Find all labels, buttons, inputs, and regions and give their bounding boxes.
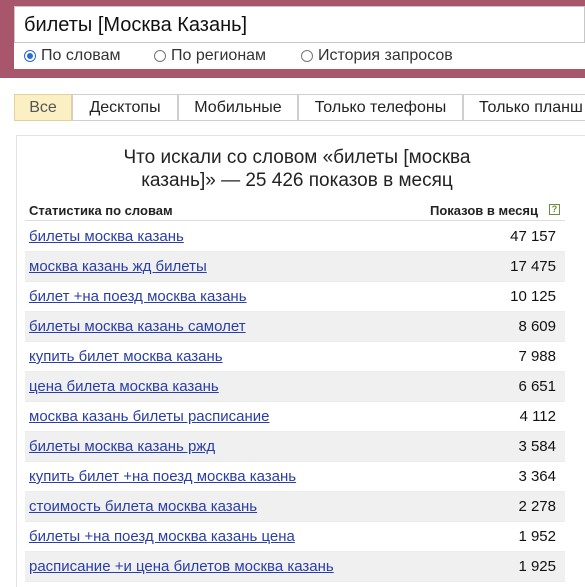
table-row: купить билет москва казань 7 988 (25, 342, 565, 372)
impressions-count: 8 609 (518, 318, 556, 335)
search-mode-radios: По словам По регионам История запросов (14, 43, 585, 69)
phrase-link[interactable]: билеты москва казань (29, 228, 184, 245)
impressions-count: 1 925 (518, 558, 556, 575)
table-row: билет +на поезд москва казань 10 125 (25, 282, 565, 312)
impressions-count: 1 952 (518, 528, 556, 545)
phrase-link[interactable]: москва казань билеты расписание (29, 408, 270, 425)
phrase-link[interactable]: билеты москва казань самолет (29, 318, 246, 335)
impressions-count: 4 112 (519, 408, 556, 425)
phrase-link[interactable]: расписание +и цена билетов москва казань (29, 558, 334, 575)
radio-label: По регионам (171, 47, 267, 64)
radio-by-words[interactable]: По словам (24, 47, 120, 65)
impressions-count: 2 278 (518, 498, 556, 515)
tab-mobile[interactable]: Мобильные (178, 94, 298, 121)
table-row: купить билет +на поезд москва казань 3 36… (25, 462, 565, 492)
table-row: москва казань жд билеты 17 475 (25, 252, 565, 282)
table-row: билеты москва казань ржд 3 584 (25, 432, 565, 462)
search-input[interactable]: билеты [Москва Казань] (14, 6, 585, 43)
impressions-count: 17 475 (510, 258, 556, 275)
stats-panel: Что искали со словом «билеты [москва каз… (16, 135, 585, 587)
phrase-link[interactable]: билет +на поезд москва казань (29, 288, 247, 305)
column-header-words: Статистика по словам (29, 203, 173, 218)
phrase-link[interactable]: цена билета москва казань (29, 378, 219, 395)
radio-indicator[interactable] (301, 50, 313, 62)
tab-tablets-only[interactable]: Только планш (463, 94, 585, 121)
table-row: москва казань билеты расписание 4 112 (25, 402, 565, 432)
device-tabs: Все Десктопы Мобильные Только телефоны Т… (14, 94, 585, 121)
panel-title: Что искали со словом «билеты [москва каз… (123, 147, 471, 191)
phrase-link[interactable]: купить билет +на поезд москва казань (29, 468, 296, 485)
phrase-link[interactable]: билеты +на поезд москва казань цена (29, 528, 295, 545)
radio-query-history[interactable]: История запросов (301, 47, 453, 65)
table-row: расписание +и цена билетов москва казань… (25, 552, 565, 582)
table-row: билеты +на поезд москва казань цена 1 952 (25, 522, 565, 552)
column-header-count: Показов в месяц (430, 203, 538, 218)
impressions-count: 7 988 (518, 348, 556, 365)
phrase-link[interactable]: стоимость билета москва казань (29, 498, 257, 515)
header-divider (25, 220, 565, 221)
phrase-link[interactable]: москва казань жд билеты (29, 258, 207, 275)
table-row: билеты москва казань 47 157 (25, 222, 565, 252)
phrase-link[interactable]: билеты москва казань ржд (29, 438, 215, 455)
radio-label: История запросов (318, 47, 453, 64)
help-icon[interactable]: ? (549, 204, 560, 215)
tab-desktops[interactable]: Десктопы (72, 94, 178, 121)
impressions-count: 3 584 (518, 438, 556, 455)
table-row: цена билета москва казань 6 651 (25, 372, 565, 402)
tab-all[interactable]: Все (14, 94, 72, 121)
impressions-count: 3 364 (518, 468, 556, 485)
search-header: билеты [Москва Казань] По словам По реги… (0, 0, 585, 78)
radio-indicator[interactable] (24, 50, 36, 62)
impressions-count: 47 157 (510, 228, 556, 245)
radio-by-regions[interactable]: По регионам (154, 47, 266, 65)
phrase-link[interactable]: купить билет москва казань (29, 348, 223, 365)
radio-label: По словам (41, 47, 121, 64)
table-row: стоимость билета москва казань 2 278 (25, 492, 565, 522)
impressions-count: 6 651 (518, 378, 556, 395)
impressions-count: 10 125 (510, 288, 556, 305)
tab-phones-only[interactable]: Только телефоны (298, 94, 463, 121)
radio-indicator[interactable] (154, 50, 166, 62)
stats-table: билеты москва казань 47 157 москва казань… (25, 222, 565, 582)
table-row: билеты москва казань самолет 8 609 (25, 312, 565, 342)
